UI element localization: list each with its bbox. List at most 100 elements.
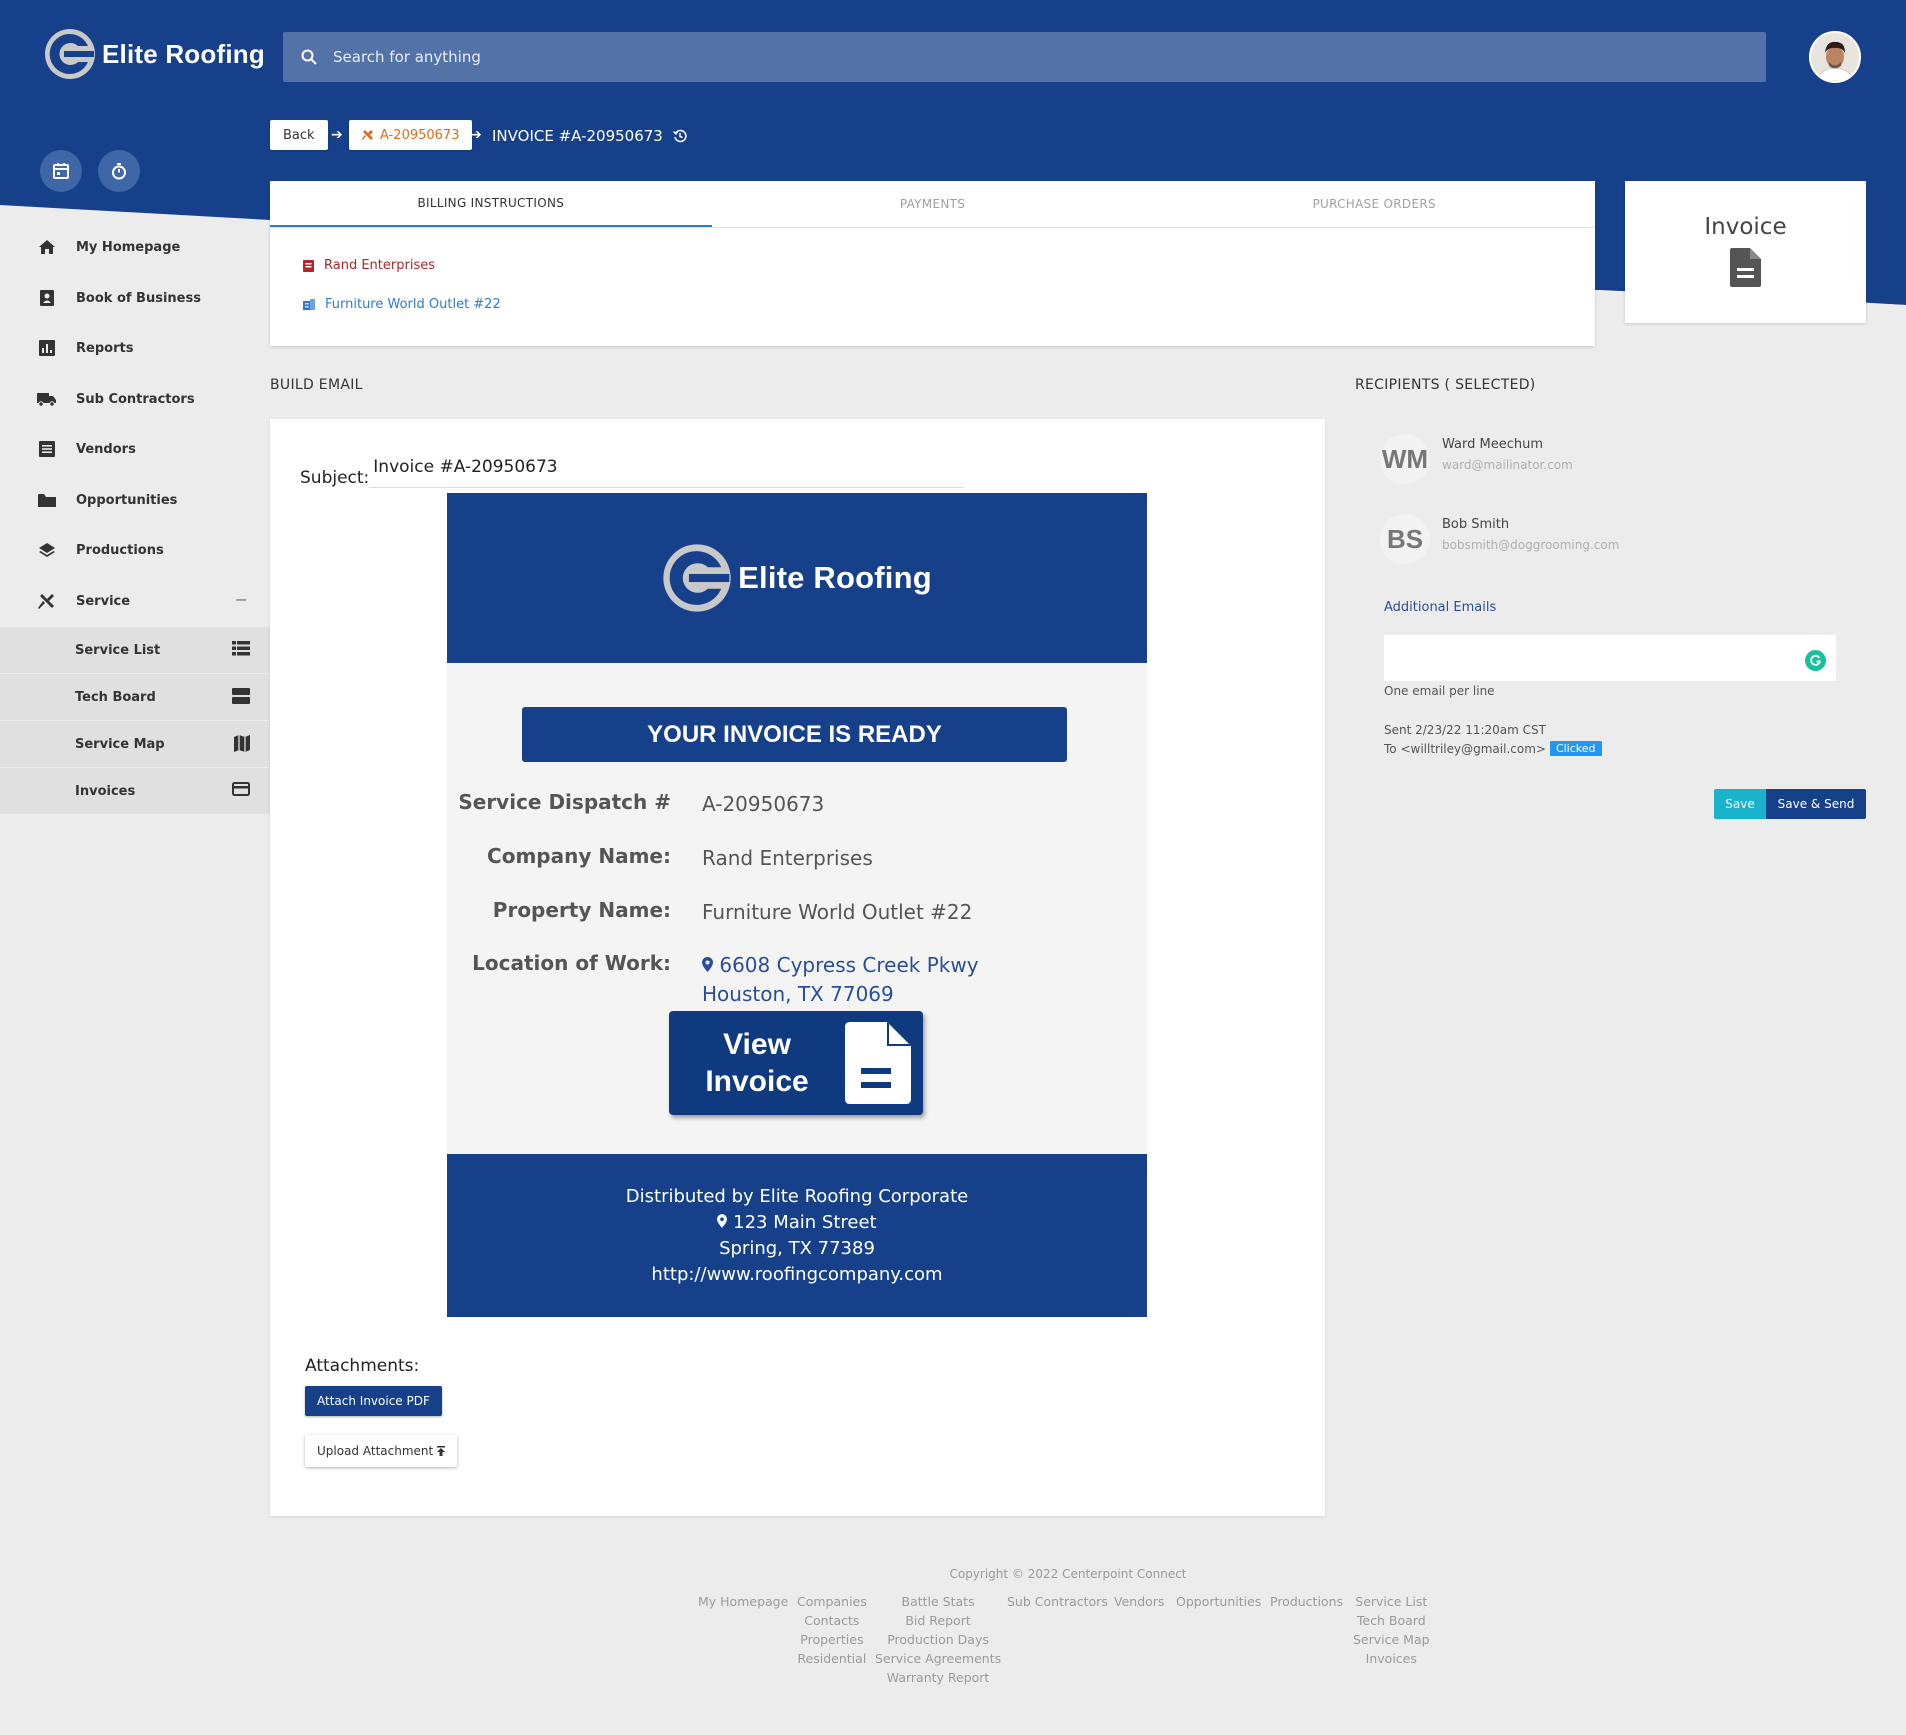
footer-link[interactable]: Opportunities bbox=[1176, 1592, 1261, 1611]
footer-link[interactable]: Productions bbox=[1270, 1592, 1343, 1611]
invoice-card-title: Invoice bbox=[1704, 214, 1787, 240]
sidebar-item-label: Opportunities bbox=[76, 492, 178, 508]
footer-column-4: Sub Contractors bbox=[1007, 1592, 1108, 1611]
sidebar-item-service[interactable]: Service − bbox=[0, 576, 270, 626]
company-link[interactable]: Rand Enterprises bbox=[303, 258, 435, 273]
tab-billing-instructions[interactable]: BILLING INSTRUCTIONS bbox=[270, 181, 712, 227]
property-link[interactable]: Furniture World Outlet #22 bbox=[303, 297, 501, 312]
footer-link[interactable]: Tech Board bbox=[1353, 1611, 1430, 1630]
footer-link[interactable]: Service Map bbox=[1353, 1630, 1430, 1649]
sidebar-item-service-map[interactable]: Service Map bbox=[0, 721, 270, 768]
invoice-type-card: Invoice bbox=[1625, 181, 1866, 323]
footer-link[interactable]: Service List bbox=[1353, 1592, 1430, 1611]
tab-purchase-orders[interactable]: PURCHASE ORDERS bbox=[1153, 181, 1595, 227]
breadcrumb-dispatch-link[interactable]: A-20950673 bbox=[349, 120, 473, 150]
footer-column-8: Service List Tech Board Service Map Invo… bbox=[1353, 1592, 1430, 1668]
home-icon bbox=[36, 239, 58, 255]
recipient-email: bobsmith@doggrooming.com bbox=[1442, 538, 1620, 552]
footer-link[interactable]: Service Agreements bbox=[875, 1649, 1001, 1668]
footer-link[interactable]: Companies bbox=[797, 1592, 867, 1611]
footer-link[interactable]: Production Days bbox=[875, 1630, 1001, 1649]
email-builder-card: Subject: Elite Roofing YOUR INVOICE IS R… bbox=[270, 419, 1325, 1516]
truck-icon bbox=[36, 392, 58, 407]
sidebar-item-tech-board[interactable]: Tech Board bbox=[0, 674, 270, 721]
sent-to-address: To <willtriley@gmail.com> bbox=[1384, 741, 1546, 756]
contact-book-icon bbox=[36, 289, 58, 307]
footer-link[interactable]: Sub Contractors bbox=[1007, 1592, 1108, 1611]
collapse-icon[interactable]: − bbox=[235, 590, 248, 609]
folder-icon bbox=[36, 493, 58, 508]
sidebar-item-my-homepage[interactable]: My Homepage bbox=[0, 222, 270, 272]
back-button[interactable]: Back bbox=[270, 120, 328, 150]
file-document-icon bbox=[1730, 248, 1761, 287]
detail-value: Furniture World Outlet #22 bbox=[702, 900, 973, 924]
subject-input[interactable] bbox=[369, 455, 965, 488]
logo-mark-icon bbox=[663, 544, 731, 612]
recipient-item[interactable]: WM Ward Meechum ward@mailinator.com bbox=[1380, 434, 1573, 484]
footer-link[interactable]: Warranty Report bbox=[875, 1668, 1001, 1687]
view-invoice-label: View Invoice bbox=[669, 1026, 845, 1100]
upload-attachment-button[interactable]: Upload Attachment bbox=[305, 1435, 458, 1467]
history-icon[interactable] bbox=[672, 129, 687, 143]
sidebar-item-productions[interactable]: Productions bbox=[0, 525, 270, 575]
sent-timestamp: Sent 2/23/22 11:20am CST bbox=[1384, 723, 1546, 737]
sidebar-item-book-of-business[interactable]: Book of Business bbox=[0, 273, 270, 323]
footer-link[interactable]: Properties bbox=[797, 1630, 867, 1649]
subject-row: Subject: bbox=[300, 455, 965, 488]
sidebar-item-service-list[interactable]: Service List bbox=[0, 627, 270, 674]
detail-label: Service Dispatch # bbox=[458, 790, 671, 814]
app-logo[interactable]: Elite Roofing bbox=[44, 28, 265, 80]
location-line-2: Houston, TX 77069 bbox=[702, 982, 894, 1006]
grammarly-icon[interactable] bbox=[1805, 650, 1826, 671]
search-icon bbox=[301, 49, 317, 65]
footer-link[interactable]: Contacts bbox=[797, 1611, 867, 1630]
detail-label: Location of Work: bbox=[472, 951, 671, 975]
footer-distributor: Distributed by Elite Roofing Corporate bbox=[625, 1185, 969, 1207]
search-input[interactable] bbox=[333, 48, 1713, 66]
tab-payments[interactable]: PAYMENTS bbox=[712, 181, 1154, 227]
calendar-icon bbox=[53, 163, 69, 179]
recipient-item[interactable]: BS Bob Smith bobsmith@doggrooming.com bbox=[1380, 514, 1619, 564]
sidebar-item-vendors[interactable]: Vendors bbox=[0, 424, 270, 474]
recipient-avatar: WM bbox=[1380, 434, 1430, 484]
footer-link[interactable]: Battle Stats bbox=[875, 1592, 1001, 1611]
attach-invoice-pdf-button[interactable]: Attach Invoice PDF bbox=[305, 1386, 442, 1416]
footer-link[interactable]: Vendors bbox=[1114, 1592, 1164, 1611]
location-link[interactable]: 6608 Cypress Creek Pkwy Houston, TX 7706… bbox=[702, 951, 979, 1009]
stopwatch-icon bbox=[112, 163, 126, 180]
list-icon bbox=[232, 641, 250, 660]
sidebar-item-sub-contractors[interactable]: Sub Contractors bbox=[0, 374, 270, 424]
breadcrumb-current-label: INVOICE #A-20950673 bbox=[492, 127, 663, 145]
detail-value: Rand Enterprises bbox=[702, 846, 873, 870]
footer-link[interactable]: Invoices bbox=[1353, 1649, 1430, 1668]
sidebar-item-opportunities[interactable]: Opportunities bbox=[0, 475, 270, 525]
save-and-send-button[interactable]: Save & Send bbox=[1766, 789, 1866, 819]
global-search[interactable] bbox=[283, 32, 1766, 82]
map-icon bbox=[234, 735, 250, 756]
sidebar-item-reports[interactable]: Reports bbox=[0, 323, 270, 373]
detail-row-dispatch: Service Dispatch # A-20950673 bbox=[447, 790, 1147, 819]
footer-column-5: Vendors bbox=[1114, 1592, 1164, 1611]
sidebar-item-label: Service Map bbox=[75, 736, 165, 752]
detail-label: Company Name: bbox=[487, 844, 671, 868]
sidebar-item-label: Book of Business bbox=[76, 290, 201, 306]
recipient-avatar: BS bbox=[1380, 514, 1430, 564]
footer-website[interactable]: http://www.roofingcompany.com bbox=[651, 1262, 942, 1288]
recipients-heading: RECIPIENTS ( SELECTED) bbox=[1355, 377, 1536, 393]
recipient-name: Ward Meechum bbox=[1442, 437, 1543, 452]
sidebar-item-invoices[interactable]: Invoices bbox=[0, 768, 270, 815]
recipient-email: ward@mailinator.com bbox=[1442, 458, 1573, 472]
footer-column-2: Companies Contacts Properties Residentia… bbox=[797, 1592, 867, 1668]
calendar-button[interactable] bbox=[40, 150, 82, 192]
invoice-ready-banner: YOUR INVOICE IS READY bbox=[522, 707, 1067, 762]
timer-button[interactable] bbox=[98, 150, 140, 192]
save-button[interactable]: Save bbox=[1714, 789, 1766, 819]
additional-emails-input[interactable] bbox=[1384, 635, 1836, 681]
footer-link[interactable]: Bid Report bbox=[875, 1611, 1001, 1630]
detail-row-location: Location of Work: 6608 Cypress Creek Pkw… bbox=[447, 951, 1147, 1009]
view-invoice-button[interactable]: View Invoice bbox=[669, 1011, 923, 1115]
user-avatar[interactable] bbox=[1809, 31, 1861, 83]
footer-link[interactable]: Residential bbox=[797, 1649, 867, 1668]
footer-link[interactable]: My Homepage bbox=[698, 1592, 788, 1611]
sidebar-item-label: Reports bbox=[76, 340, 134, 356]
